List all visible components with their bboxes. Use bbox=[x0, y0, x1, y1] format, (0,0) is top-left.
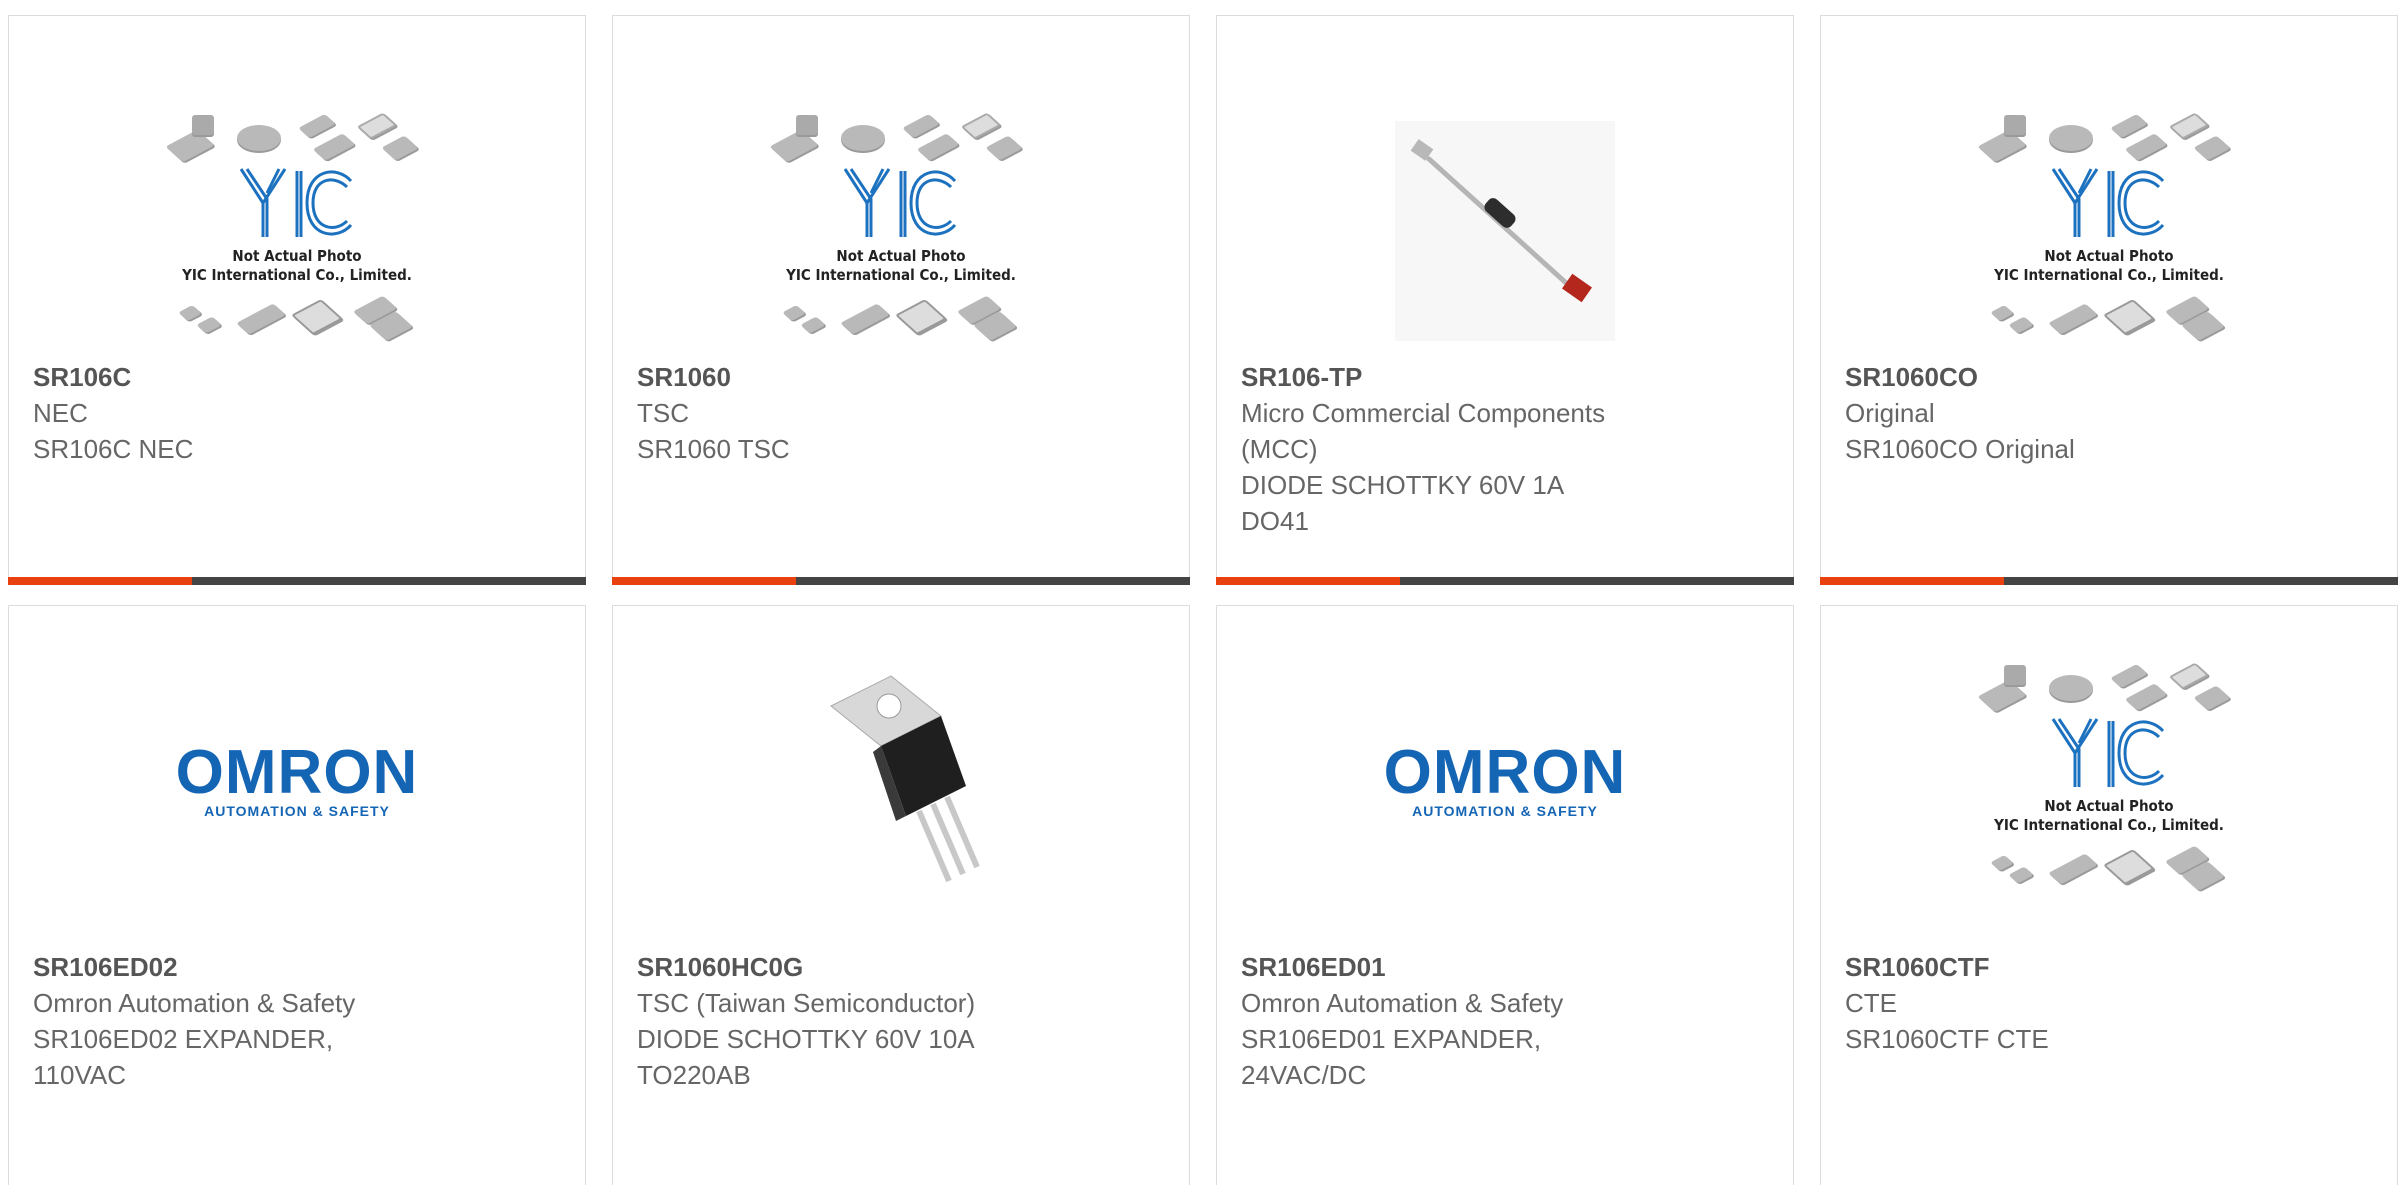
product-info: SR1060CO Original SR1060CO Original bbox=[1845, 359, 2373, 467]
yic-logo-icon bbox=[2051, 718, 2165, 787]
not-actual-photo-placeholder: Not Actual Photo YIC International Co., … bbox=[162, 111, 432, 351]
product-description: SR106ED02 EXPANDER, 110VAC bbox=[33, 1024, 334, 1090]
card-bottom-bar bbox=[8, 577, 586, 585]
card-accent-bar bbox=[8, 577, 192, 585]
product-manufacturer: Omron Automation & Safety bbox=[33, 988, 356, 1018]
product-description: SR106ED01 EXPANDER, 24VAC/DC bbox=[1241, 1024, 1542, 1090]
placeholder-line2: YIC International Co., Limited. bbox=[182, 266, 412, 284]
product-manufacturer: Micro Commercial Components (MCC) bbox=[1241, 398, 1606, 464]
product-info: SR1060HC0G TSC (Taiwan Semiconductor) DIOD… bbox=[637, 949, 1165, 1093]
product-part-number[interactable]: SR106ED01 bbox=[1241, 949, 1769, 985]
placeholder-line1: Not Actual Photo bbox=[836, 247, 966, 265]
product-card[interactable]: Not Actual Photo YIC International Co., … bbox=[612, 15, 1190, 585]
product-manufacturer: TSC bbox=[637, 398, 689, 428]
product-description: SR1060 TSC bbox=[637, 434, 790, 464]
placeholder-line1: Not Actual Photo bbox=[2044, 247, 2174, 265]
product-image[interactable] bbox=[1217, 96, 1793, 366]
product-part-number[interactable]: SR1060CO bbox=[1845, 359, 2373, 395]
omron-logo: OMRON AUTOMATION & SAFETY bbox=[1383, 738, 1627, 820]
placeholder-line2: YIC International Co., Limited. bbox=[786, 266, 1016, 284]
card-accent-bar bbox=[1216, 577, 1400, 585]
not-actual-photo-placeholder: Not Actual Photo YIC International Co., … bbox=[1974, 111, 2244, 351]
product-part-number[interactable]: SR1060 bbox=[637, 359, 1165, 395]
product-manufacturer: Omron Automation & Safety bbox=[1241, 988, 1564, 1018]
product-card[interactable]: SR106-TP Micro Commercial Components (MCC… bbox=[1216, 15, 1794, 585]
product-card[interactable]: Not Actual Photo YIC International Co., … bbox=[1820, 605, 2398, 1185]
product-info: SR106ED01 Omron Automation & Safety SR106E… bbox=[1241, 949, 1769, 1093]
product-image[interactable]: OMRON AUTOMATION & SAFETY bbox=[1217, 646, 1793, 916]
yic-logo-icon bbox=[239, 168, 353, 237]
placeholder-line1: Not Actual Photo bbox=[232, 247, 362, 265]
product-card[interactable]: OMRON AUTOMATION & SAFETY SR106ED02 Omron A… bbox=[8, 605, 586, 1185]
card-accent-bar bbox=[1820, 577, 2004, 585]
not-actual-photo-placeholder: Not Actual Photo YIC International Co., … bbox=[766, 111, 1036, 351]
product-manufacturer: NEC bbox=[33, 398, 88, 428]
product-manufacturer: TSC (Taiwan Semiconductor) bbox=[637, 988, 976, 1018]
product-part-number[interactable]: SR106C bbox=[33, 359, 561, 395]
product-description: SR106C NEC bbox=[33, 434, 194, 464]
product-card[interactable]: Not Actual Photo YIC International Co., … bbox=[1820, 15, 2398, 585]
product-part-number[interactable]: SR1060CTF bbox=[1845, 949, 2373, 985]
product-grid: Not Actual Photo YIC International Co., … bbox=[0, 0, 2400, 1185]
placeholder-line1: Not Actual Photo bbox=[2044, 797, 2174, 815]
product-image[interactable]: Not Actual Photo YIC International Co., … bbox=[1821, 96, 2397, 366]
product-part-number[interactable]: SR106ED02 bbox=[33, 949, 561, 985]
product-card[interactable]: OMRON AUTOMATION & SAFETY SR106ED01 Omron A… bbox=[1216, 605, 1794, 1185]
product-image[interactable]: OMRON AUTOMATION & SAFETY bbox=[9, 646, 585, 916]
to220-package-icon bbox=[830, 675, 980, 883]
product-card[interactable]: Not Actual Photo YIC International Co., … bbox=[8, 15, 586, 585]
placeholder-line2: YIC International Co., Limited. bbox=[1994, 266, 2224, 284]
omron-logo-name: OMRON bbox=[175, 738, 419, 807]
yic-logo-icon bbox=[2051, 168, 2165, 237]
omron-logo-tagline: AUTOMATION & SAFETY bbox=[204, 803, 390, 819]
product-manufacturer: Original bbox=[1845, 398, 1935, 428]
product-image[interactable]: Not Actual Photo YIC International Co., … bbox=[613, 96, 1189, 366]
card-bottom-bar bbox=[1820, 577, 2398, 585]
not-actual-photo-placeholder: Not Actual Photo YIC International Co., … bbox=[1974, 661, 2244, 901]
product-info: SR1060 TSC SR1060 TSC bbox=[637, 359, 1165, 467]
placeholder-line2: YIC International Co., Limited. bbox=[1994, 816, 2224, 834]
product-part-number[interactable]: SR106-TP bbox=[1241, 359, 1769, 395]
card-bottom-bar bbox=[1216, 577, 1794, 585]
product-part-number[interactable]: SR1060HC0G bbox=[637, 949, 1165, 985]
omron-logo-name: OMRON bbox=[1383, 738, 1627, 807]
product-info: SR106-TP Micro Commercial Components (MCC… bbox=[1241, 359, 1769, 539]
product-info: SR1060CTF CTE SR1060CTF CTE bbox=[1845, 949, 2373, 1057]
product-description: DIODE SCHOTTKY 60V 10A TO220AB bbox=[637, 1024, 975, 1090]
omron-logo-tagline: AUTOMATION & SAFETY bbox=[1412, 803, 1598, 819]
product-image[interactable]: Not Actual Photo YIC International Co., … bbox=[1821, 646, 2397, 916]
yic-logo-icon bbox=[843, 168, 957, 237]
product-image[interactable] bbox=[613, 646, 1189, 916]
axial-diode-icon bbox=[1395, 121, 1615, 341]
product-description: SR1060CTF CTE bbox=[1845, 1024, 2049, 1054]
product-description: SR1060CO Original bbox=[1845, 434, 2075, 464]
card-bottom-bar bbox=[612, 577, 1190, 585]
omron-logo: OMRON AUTOMATION & SAFETY bbox=[175, 738, 419, 820]
product-info: SR106ED02 Omron Automation & Safety SR106E… bbox=[33, 949, 561, 1093]
card-accent-bar bbox=[612, 577, 796, 585]
product-image[interactable]: Not Actual Photo YIC International Co., … bbox=[9, 96, 585, 366]
product-card[interactable]: SR1060HC0G TSC (Taiwan Semiconductor) DIOD… bbox=[612, 605, 1190, 1185]
product-description: DIODE SCHOTTKY 60V 1A DO41 bbox=[1241, 470, 1565, 536]
product-info: SR106C NEC SR106C NEC bbox=[33, 359, 561, 467]
product-manufacturer: CTE bbox=[1845, 988, 1897, 1018]
